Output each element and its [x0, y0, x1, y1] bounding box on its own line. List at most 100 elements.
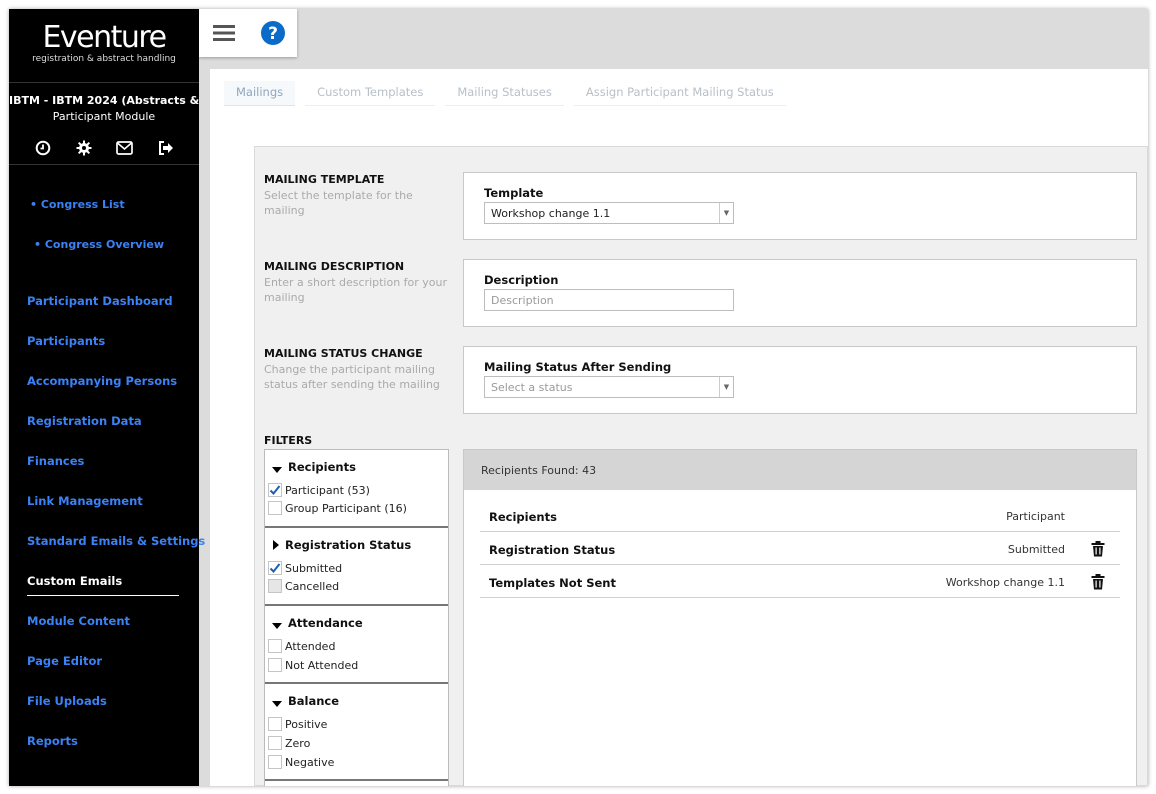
- tab-assign-participant-mailing-status[interactable]: Assign Participant Mailing Status: [573, 81, 786, 106]
- sidebar-item-finances[interactable]: Finances: [27, 454, 84, 468]
- filter-group-header[interactable]: Recipients: [272, 460, 356, 474]
- status-select[interactable]: Select a status ▼: [484, 376, 734, 398]
- logout-icon[interactable]: [156, 138, 175, 157]
- chevron-down-icon: ▼: [719, 203, 733, 223]
- filter-option-label: Participant (53): [285, 483, 370, 497]
- svg-text:?: ?: [268, 24, 278, 44]
- filter-group-header[interactable]: Attendance: [272, 616, 363, 630]
- dashboard-icon[interactable]: [33, 138, 52, 157]
- row-value: Participant: [1006, 510, 1065, 523]
- row-value: Submitted: [1007, 543, 1065, 556]
- checkbox[interactable]: [268, 658, 282, 672]
- filter-group-name: Balance: [288, 694, 340, 708]
- row-value: Workshop change 1.1: [945, 576, 1065, 589]
- filter-group-name: Recipients: [288, 460, 356, 474]
- congress-info: IBTM - IBTM 2024 (Abstracts & Par... Par…: [9, 93, 199, 125]
- filter-option[interactable]: Participant (53): [268, 483, 370, 497]
- checkbox[interactable]: [268, 639, 282, 653]
- sidebar-divider: [9, 164, 199, 165]
- filter-option[interactable]: Zero: [268, 736, 310, 750]
- sidebar-item-registration-data[interactable]: Registration Data: [27, 414, 142, 428]
- status-change-card: Mailing Status After Sending Select a st…: [463, 346, 1137, 414]
- filter-option-label: Group Participant (16): [285, 501, 407, 515]
- status-select-placeholder: Select a status: [491, 381, 573, 394]
- sidebar-link-congress-overview[interactable]: • Congress Overview: [34, 238, 164, 251]
- filters-title: FILTERS: [264, 434, 313, 447]
- description-placeholder: Description: [491, 294, 554, 307]
- template-select[interactable]: Workshop change 1.1 ▼: [484, 202, 734, 224]
- trash-icon[interactable]: [1091, 541, 1105, 557]
- filter-group-header[interactable]: Balance: [272, 694, 339, 708]
- section-title-status-change: MAILING STATUS CHANGE: [264, 347, 423, 360]
- sidebar-item-page-editor[interactable]: Page Editor: [27, 654, 102, 668]
- caret-down-icon: [272, 701, 282, 707]
- template-select-value: Workshop change 1.1: [491, 207, 611, 220]
- filter-option[interactable]: Positive: [268, 717, 327, 731]
- filter-option[interactable]: Not Attended: [268, 658, 358, 672]
- checkbox-checked[interactable]: [268, 483, 282, 497]
- tab-mailings[interactable]: Mailings: [224, 81, 296, 106]
- sidebar-link-congress-list[interactable]: • Congress List: [30, 198, 125, 211]
- filters-panel: Recipients Participant (53) Group Partic…: [264, 449, 449, 786]
- sidebar-item-reports[interactable]: Reports: [27, 734, 78, 748]
- active-item-underline: [27, 595, 179, 596]
- description-input[interactable]: Description: [484, 289, 734, 311]
- section-title-description: MAILING DESCRIPTION: [264, 260, 405, 273]
- sidebar-item-link-management[interactable]: Link Management: [27, 494, 143, 508]
- sidebar-item-standard-emails[interactable]: Standard Emails & Settings: [27, 534, 205, 548]
- checkbox[interactable]: [268, 501, 282, 515]
- sidebar-item-participant-dashboard[interactable]: Participant Dashboard: [27, 294, 173, 308]
- sidebar-item-custom-emails[interactable]: Custom Emails: [27, 574, 122, 588]
- top-toolbar: ?: [199, 9, 297, 57]
- filter-option[interactable]: Group Participant (16): [268, 501, 407, 515]
- main-panel: Mailings Custom Templates Mailing Status…: [210, 69, 1148, 786]
- sidebar: Eventure registration & abstract handlin…: [9, 9, 205, 786]
- filter-group-header[interactable]: Registration Status: [273, 538, 411, 552]
- filter-option-label: Attended: [285, 639, 336, 653]
- checkbox[interactable]: [268, 736, 282, 750]
- template-label: Template: [484, 186, 544, 200]
- row-label: Recipients: [489, 510, 557, 524]
- mail-icon[interactable]: [115, 138, 134, 157]
- sidebar-item-accompanying-persons[interactable]: Accompanying Persons: [27, 374, 177, 388]
- checkbox[interactable]: [268, 755, 282, 769]
- logo[interactable]: Eventure registration & abstract handlin…: [9, 9, 199, 83]
- filter-group-recipients: Recipients Participant (53) Group Partic…: [265, 450, 448, 528]
- trash-icon[interactable]: [1091, 574, 1105, 590]
- tab-custom-templates[interactable]: Custom Templates: [305, 81, 436, 106]
- filter-option[interactable]: Submitted: [268, 561, 342, 575]
- sidebar-item-participants[interactable]: Participants: [27, 334, 105, 348]
- caret-right-icon: [273, 540, 279, 550]
- sidebar-item-module-content[interactable]: Module Content: [27, 614, 130, 628]
- recipients-found: Recipients Found: 43: [464, 450, 1136, 490]
- brand-name: Eventure: [42, 20, 167, 55]
- section-desc-description: Enter a short description for your maili…: [264, 276, 448, 304]
- table-row: Templates Not Sent Workshop change 1.1: [480, 565, 1120, 598]
- section-desc-status-change: Change the participant mailing status af…: [264, 363, 440, 391]
- help-icon: ?: [260, 21, 285, 45]
- description-label: Description: [484, 273, 559, 287]
- sidebar-icon-bar: [9, 138, 199, 164]
- tab-mailing-statuses[interactable]: Mailing Statuses: [445, 81, 564, 106]
- filter-option: Cancelled: [268, 579, 339, 593]
- checkbox-checked[interactable]: [268, 561, 282, 575]
- row-label: Registration Status: [489, 543, 616, 557]
- gear-icon[interactable]: [74, 138, 93, 157]
- section-desc-template: Select the template for the mailing: [264, 189, 413, 217]
- filter-option[interactable]: Attended: [268, 639, 335, 653]
- menu-button[interactable]: [199, 9, 248, 57]
- help-button[interactable]: ?: [248, 9, 297, 57]
- sidebar-item-file-uploads[interactable]: File Uploads: [27, 694, 107, 708]
- filter-group-name: Attendance: [288, 616, 363, 630]
- checkbox[interactable]: [268, 717, 282, 731]
- filter-group-name: Registration Status: [285, 538, 412, 552]
- filter-option[interactable]: Negative: [268, 755, 334, 769]
- recipients-results: Recipients Found: 43 Recipients Particip…: [463, 449, 1137, 786]
- filter-option-label: Negative: [285, 755, 335, 769]
- checkbox-disabled: [268, 579, 282, 593]
- caret-down-icon: [272, 467, 282, 473]
- filter-option-label: Not Attended: [285, 658, 359, 672]
- tab-bar: Mailings Custom Templates Mailing Status…: [224, 81, 796, 106]
- module-name: Participant Module: [52, 110, 156, 123]
- app-window: Eventure registration & abstract handlin…: [9, 9, 1148, 786]
